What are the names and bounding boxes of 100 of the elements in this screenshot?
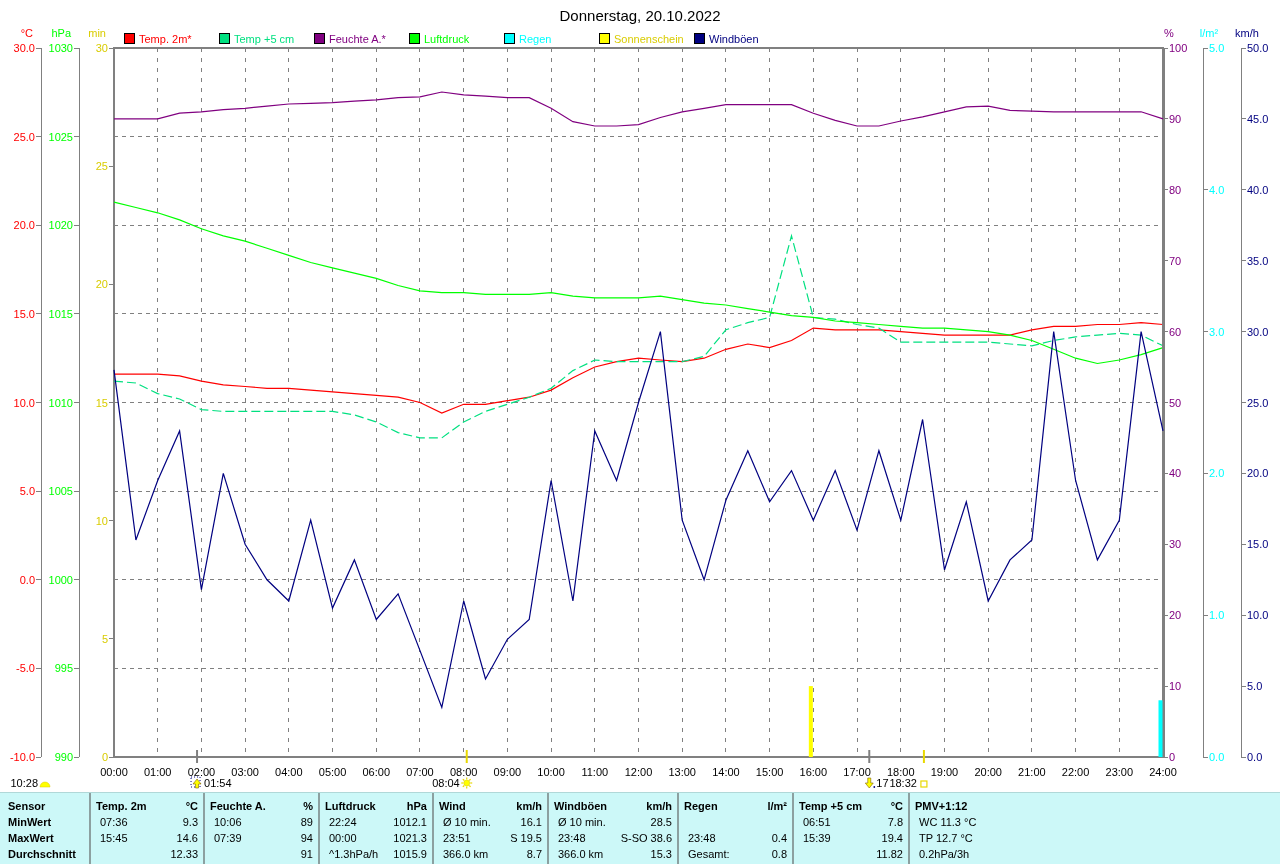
- axis-tick-label: 10: [95, 514, 108, 527]
- table-cell: 9.3: [182, 816, 198, 828]
- table-cell-text: 15:39: [802, 832, 831, 844]
- axis-tick-label: 10.0: [1247, 609, 1269, 622]
- axis-tick-label: 20: [1169, 609, 1182, 622]
- axis-tick-label: 50.0: [1247, 42, 1269, 54]
- table-cell-text: 10:06: [213, 816, 242, 828]
- legend-label: Sonnenschein: [614, 33, 684, 45]
- time-tick-label: 10:00: [537, 766, 565, 778]
- table-cell-text: 23:48: [557, 832, 586, 844]
- axis-tick-label: 1.0: [1209, 609, 1225, 622]
- axis-tick-label: 1005: [48, 485, 73, 498]
- column-header: Luftdruck: [325, 800, 376, 812]
- down-arrow-icon: [865, 777, 876, 789]
- table-cell-text: Ø 10 min.: [442, 816, 491, 828]
- axis-tick-label: 3.0: [1209, 325, 1225, 338]
- axis-tick-label: 990: [54, 751, 73, 763]
- axis-tick-label: 30: [1169, 538, 1182, 551]
- column-header: Wind: [439, 800, 466, 812]
- table-cell: 1015.9: [393, 848, 427, 860]
- axis-tick-label: 10: [1169, 680, 1182, 693]
- unit-label: °C: [185, 800, 198, 812]
- time-tick-label: 24:00: [1149, 766, 1177, 778]
- table-cell: 28.5: [650, 816, 672, 828]
- axis-tick-label: 25: [95, 160, 108, 173]
- axis-tick-label: 50: [1169, 396, 1182, 409]
- time-tick-label: 21:00: [1018, 766, 1046, 778]
- column-header: Feuchte A.: [210, 800, 266, 812]
- table-cell-text: 00:00: [328, 832, 357, 844]
- legend-label: Windböen: [709, 33, 759, 45]
- table-cell: 94: [300, 832, 313, 844]
- square-icon: [920, 780, 928, 788]
- axis-tick-label: 80: [1169, 183, 1182, 196]
- table-cell: 0.4: [771, 832, 787, 844]
- axis-tick-label: 15.0: [1247, 538, 1269, 551]
- axis-tick-label: 1000: [48, 573, 73, 586]
- axis-tick-label: 30.0: [1247, 325, 1269, 338]
- time-tick-label: 08:00: [449, 766, 478, 778]
- time-marker: [868, 749, 871, 764]
- axis-tick-label: 40.0: [1247, 183, 1269, 196]
- axis-tick-label: 1030: [48, 42, 73, 54]
- column-header: PMV+1:12: [915, 800, 968, 812]
- axis-tick-label: 995: [54, 662, 73, 675]
- time-tick-label: 23:00: [1105, 766, 1134, 778]
- axis-tick-label: 45.0: [1247, 112, 1269, 125]
- axis-tick-label: 0.0: [1247, 751, 1263, 763]
- column-header: Windböen: [554, 800, 608, 812]
- axis-tick-label: 1015: [48, 307, 73, 320]
- table-cell-text: Gesamt:: [687, 848, 730, 860]
- time-tick-label: 20:00: [974, 766, 1002, 778]
- table-cell-text: 366.0 km: [442, 848, 489, 860]
- row-label: MinWert: [8, 816, 52, 828]
- time-marker: [465, 749, 468, 764]
- table-cell-text: ^1.3hPa/h: [328, 848, 379, 860]
- axis-unit-label: km/h: [1235, 27, 1259, 39]
- axis-tick-label: 20.0: [1247, 467, 1269, 480]
- axis-unit-label: %: [1164, 27, 1174, 39]
- event-time-label: 08:04: [432, 777, 460, 789]
- time-tick-label: 17:00: [843, 766, 871, 778]
- time-tick-label: 11:00: [581, 766, 609, 778]
- axis-tick-label: 1010: [48, 396, 73, 409]
- axis-tick-label: 1020: [48, 219, 73, 232]
- axis-tick-label: 5.0: [19, 485, 35, 498]
- time-tick-label: 01:00: [143, 766, 172, 778]
- axis-unit-label: min: [88, 27, 106, 39]
- axis-tick-label: -10.0: [9, 751, 35, 763]
- axis-tick-label: 0: [1169, 751, 1176, 763]
- legend-label: Temp +5 cm: [234, 33, 295, 45]
- time-tick-label: 15:00: [755, 766, 784, 778]
- table-cell-text: 15:45: [99, 832, 128, 844]
- axis-tick-label: 100: [1169, 42, 1188, 54]
- table-cell-text: 07:39: [213, 832, 242, 844]
- axis-tick-label: 15: [95, 396, 108, 409]
- axis-tick-label: 35.0: [1247, 254, 1269, 267]
- axis-tick-label: 30.0: [13, 42, 35, 54]
- table-cell-text: 06:51: [802, 816, 831, 828]
- time-tick-label: 03:00: [231, 766, 259, 778]
- legend-label: Luftdruck: [424, 33, 470, 45]
- table-cell: S 19.5: [510, 832, 542, 844]
- axis-tick-label: 20: [95, 278, 108, 291]
- table-cell: 0.8: [771, 848, 787, 860]
- axis-tick-label: 2.0: [1209, 467, 1225, 480]
- table-cell: 91: [300, 848, 313, 860]
- axis-unit-label: hPa: [51, 27, 71, 39]
- table-cell: 8.7: [526, 848, 542, 860]
- row-label: Sensor: [8, 800, 46, 812]
- axis-tick-label: 1025: [48, 130, 73, 143]
- time-tick-label: 02:00: [187, 766, 216, 778]
- table-cell: 7.8: [887, 816, 903, 828]
- table-cell-text: 07:36: [99, 816, 128, 828]
- table-cell: 1021.3: [393, 832, 427, 844]
- column-header: Temp +5 cm: [799, 800, 863, 812]
- time-tick-label: 04:00: [275, 766, 303, 778]
- unit-label: km/h: [646, 800, 672, 812]
- axis-tick-label: -5.0: [16, 662, 35, 675]
- axis-unit-label: °C: [20, 27, 33, 39]
- time-tick-label: 14:00: [712, 766, 740, 778]
- table-cell-text: Ø 10 min.: [557, 816, 606, 828]
- axis-unit-label: l/m²: [1199, 27, 1219, 39]
- time-tick-label: 12:00: [624, 766, 653, 778]
